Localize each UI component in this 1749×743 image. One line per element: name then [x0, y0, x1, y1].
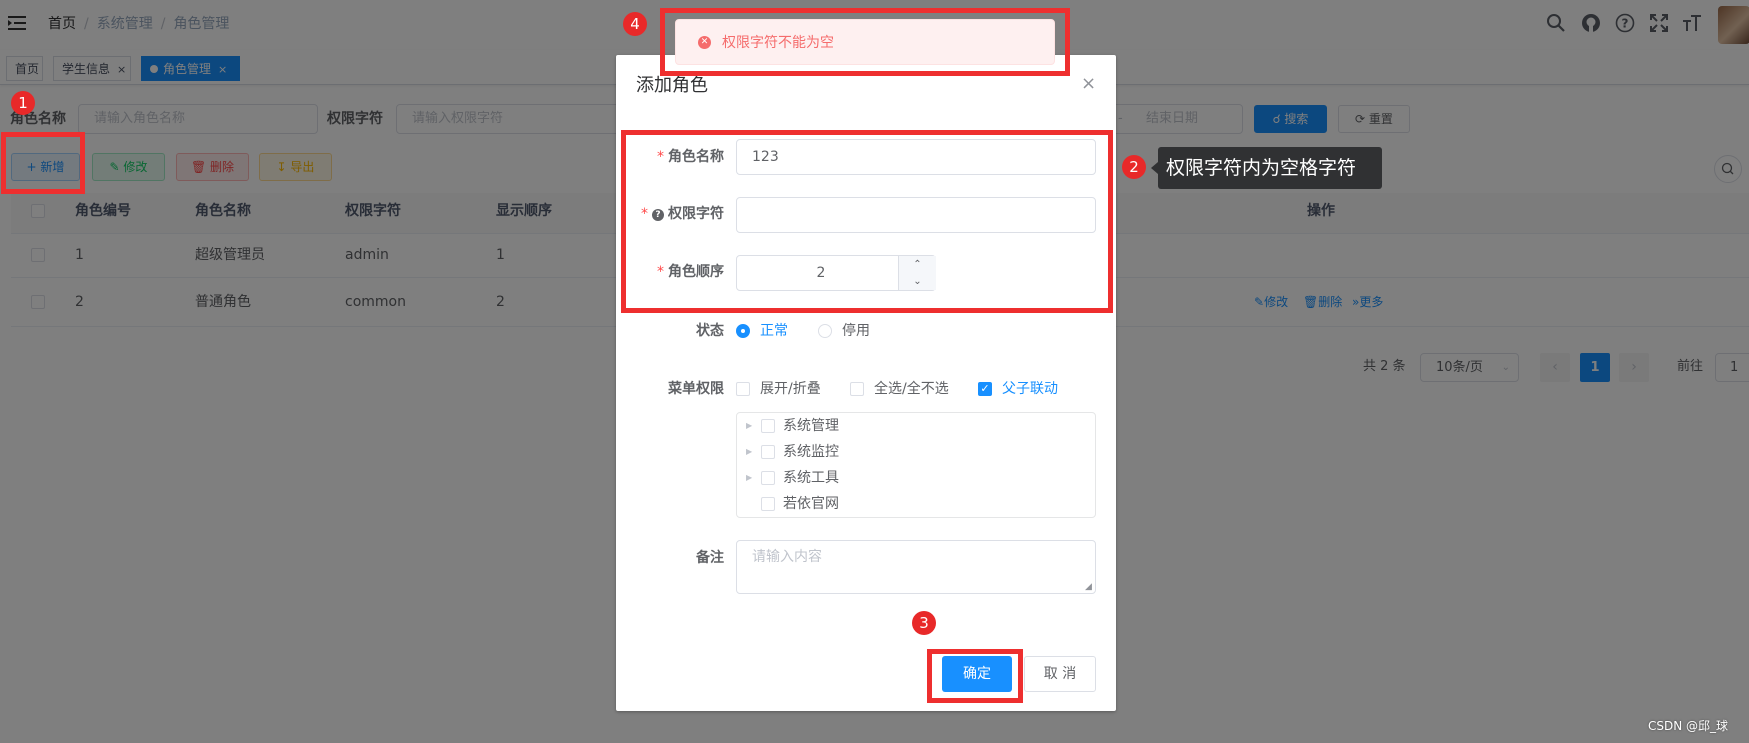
- annotation-badge-3: 3: [912, 611, 936, 635]
- caret-right-icon[interactable]: ▶: [746, 471, 752, 485]
- linkage-checkbox[interactable]: ✓: [978, 382, 992, 396]
- tree-node-label[interactable]: 若依官网: [783, 494, 839, 514]
- select-all-checkbox[interactable]: [850, 382, 864, 396]
- status-disabled-label[interactable]: 停用: [842, 321, 870, 341]
- resize-handle-icon[interactable]: ◢: [1085, 582, 1092, 592]
- annotation-badge-4: 4: [623, 12, 647, 36]
- tree-node-label[interactable]: 系统工具: [783, 468, 839, 488]
- dialog-title: 添加角色: [636, 75, 708, 96]
- remark-textarea[interactable]: 请输入内容: [736, 540, 1096, 594]
- linkage-label[interactable]: 父子联动: [1002, 379, 1058, 399]
- tree-node-label[interactable]: 系统监控: [783, 442, 839, 462]
- caret-right-icon[interactable]: ▶: [746, 419, 752, 433]
- select-all-label[interactable]: 全选/全不选: [874, 379, 949, 399]
- status-normal-label[interactable]: 正常: [760, 321, 788, 341]
- expand-collapse-checkbox[interactable]: [736, 382, 750, 396]
- tree-node-checkbox[interactable]: [761, 419, 775, 433]
- annotation-box-2: [621, 130, 1113, 313]
- annotation-badge-2: 2: [1122, 155, 1146, 179]
- annotation-box-4: [660, 8, 1070, 76]
- menu-permission-label: 菜单权限: [668, 381, 724, 397]
- annotation-badge-1: 1: [11, 91, 35, 115]
- tree-node-label[interactable]: 系统管理: [783, 416, 839, 436]
- remark-label: 备注: [696, 550, 724, 566]
- annotation-tooltip: 权限字符内为空格字符: [1158, 147, 1382, 189]
- tree-node-checkbox[interactable]: [761, 471, 775, 485]
- cancel-button[interactable]: 取 消: [1024, 656, 1096, 692]
- annotation-box-3: [927, 649, 1023, 703]
- watermark: CSDN @邱_球: [1648, 719, 1729, 733]
- status-disabled-radio[interactable]: [818, 324, 832, 338]
- tree-node-checkbox[interactable]: [761, 497, 775, 511]
- caret-right-icon[interactable]: ▶: [746, 445, 752, 459]
- close-icon[interactable]: ×: [1081, 72, 1096, 96]
- expand-collapse-label[interactable]: 展开/折叠: [760, 379, 821, 399]
- tooltip-arrow: [1151, 162, 1158, 174]
- status-label: 状态: [696, 323, 724, 339]
- status-normal-radio[interactable]: [736, 324, 750, 338]
- annotation-box-1: [1, 132, 85, 194]
- tree-node-checkbox[interactable]: [761, 445, 775, 459]
